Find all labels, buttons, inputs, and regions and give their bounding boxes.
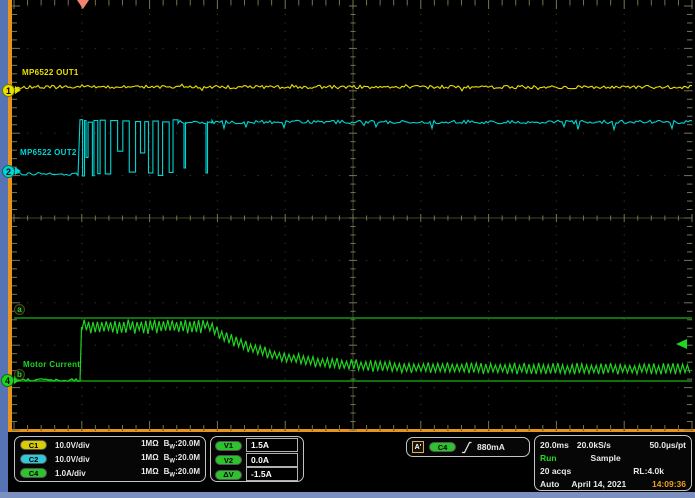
- c1-impedance-bw: 1MΩBW:20.0M: [141, 439, 200, 451]
- dv-badge[interactable]: ΔV: [215, 470, 242, 480]
- ch2-marker[interactable]: 2: [2, 165, 15, 178]
- c2-badge[interactable]: C2: [20, 454, 47, 464]
- channel-row-c2[interactable]: C2 10.0V/div 1MΩBW:20.0M: [15, 452, 205, 466]
- acq-mode: Sample: [591, 453, 621, 463]
- ch1-marker[interactable]: 1: [2, 84, 15, 97]
- horizontal-readout-panel[interactable]: 20.0ms 20.0kS/s 50.0µs/pt Run Sample 20 …: [534, 435, 692, 491]
- c4-scale: 1.0A/div: [55, 469, 113, 478]
- timebase-row: 20.0ms 20.0kS/s 50.0µs/pt: [540, 438, 686, 451]
- c4-badge[interactable]: C4: [20, 468, 47, 478]
- v2-badge[interactable]: V2: [215, 455, 242, 465]
- c2-impedance-bw: 1MΩBW:20.0M: [141, 453, 200, 465]
- cursor-a-marker[interactable]: a: [14, 304, 25, 315]
- cursor-row-v1[interactable]: V1 1.5A: [211, 439, 303, 453]
- date-value: April 14, 2021: [571, 479, 626, 489]
- trigger-source-badge[interactable]: C4: [429, 442, 456, 452]
- cursor-b-marker[interactable]: b: [14, 369, 25, 380]
- time-value: 14:09:36: [652, 479, 686, 489]
- resolution-value: 50.0µs/pt: [649, 440, 686, 450]
- v1-badge[interactable]: V1: [215, 441, 242, 451]
- channel-row-c4[interactable]: C4 1.0A/div 1MΩBW:20.0M: [15, 466, 205, 480]
- sample-rate-value: 20.0kS/s: [577, 440, 611, 450]
- channel-settings-panel[interactable]: C1 10.0V/div 1MΩBW:20.0M C2 10.0V/div 1M…: [14, 436, 206, 482]
- c1-scale: 10.0V/div: [55, 441, 113, 450]
- cursor-readout-panel[interactable]: V1 1.5A V2 0.0A ΔV -1.5A: [210, 436, 304, 482]
- acq-count: 20 acqs: [540, 466, 571, 476]
- timebase-value: 20.0ms: [540, 440, 569, 450]
- trigger-level-icon[interactable]: [676, 339, 687, 349]
- v1-value: 1.5A: [246, 438, 298, 452]
- trigger-level-value: 880mA: [477, 442, 505, 452]
- ch4-marker[interactable]: 4: [1, 374, 14, 387]
- trigger-mode: Auto: [540, 479, 559, 489]
- c4-impedance-bw: 1MΩBW:20.0M: [141, 467, 200, 479]
- channel-row-c1[interactable]: C1 10.0V/div 1MΩBW:20.0M: [15, 438, 205, 452]
- acq-state-row: Run Sample: [540, 451, 686, 464]
- datetime-row: Auto April 14, 2021 14:09:36: [540, 477, 686, 490]
- trigger-position-icon[interactable]: [77, 0, 89, 9]
- ch2-marker-arrow-icon: [15, 167, 21, 175]
- ch1-marker-arrow-icon: [15, 86, 21, 94]
- cursor-row-v2[interactable]: V2 0.0A: [211, 453, 303, 467]
- waveform-display: [0, 0, 695, 432]
- record-length: RL:4.0k: [633, 466, 664, 476]
- trigger-event-badge[interactable]: A': [412, 441, 424, 453]
- ch1-label: MP6522 OUT1: [22, 68, 79, 77]
- c2-scale: 10.0V/div: [55, 455, 113, 464]
- ch4-label: Motor Current: [23, 360, 80, 369]
- oscilloscope-screen: MP6522 OUT1 MP6522 OUT2 Motor Current 1 …: [0, 0, 695, 498]
- ch4-trace: [14, 320, 690, 382]
- rising-edge-icon: [461, 441, 472, 454]
- ch2-label: MP6522 OUT2: [20, 148, 77, 157]
- v2-value: 0.0A: [246, 453, 298, 467]
- run-status: Run: [540, 453, 557, 463]
- bezel-bottom: [0, 492, 695, 498]
- c1-badge[interactable]: C1: [20, 440, 47, 450]
- dv-value: -1.5A: [246, 467, 298, 481]
- cursor-row-dv[interactable]: ΔV -1.5A: [211, 468, 303, 482]
- acq-count-row: 20 acqs RL:4.0k: [540, 464, 686, 477]
- trigger-readout-panel[interactable]: A' C4 880mA: [406, 437, 530, 457]
